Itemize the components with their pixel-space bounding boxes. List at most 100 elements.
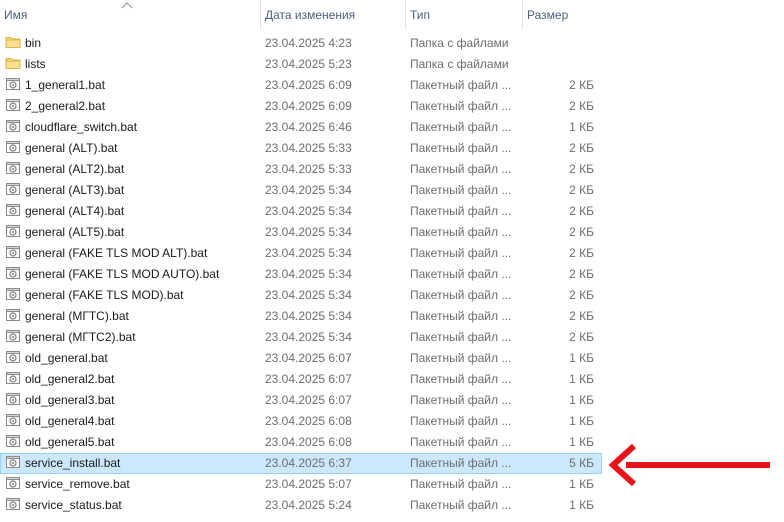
file-list: bin 23.04.2025 4:23 Папка с файлами lists 23…: [0, 33, 602, 516]
file-row[interactable]: old_general.bat 23.04.2025 6:07 Пакетный ф…: [0, 348, 602, 369]
batch-file-icon: [5, 223, 21, 239]
file-name: service_install.bat: [25, 456, 121, 470]
file-modified-date: 23.04.2025 6:07: [265, 393, 352, 407]
batch-file-icon: [5, 97, 21, 113]
file-name: old_general4.bat: [25, 414, 115, 428]
file-modified-date: 23.04.2025 6:07: [265, 372, 352, 386]
file-row[interactable]: service_remove.bat 23.04.2025 5:07 Пакетны…: [0, 474, 602, 495]
file-row[interactable]: general (FAKE TLS MOD).bat 23.04.2025 5:3…: [0, 285, 602, 306]
file-type: Пакетный файл ...: [410, 183, 512, 197]
column-header-modified[interactable]: Дата изменения: [260, 0, 405, 30]
file-row[interactable]: general (ALT3).bat 23.04.2025 5:34 Пакетны…: [0, 180, 602, 201]
file-row[interactable]: general (ALT).bat 23.04.2025 5:33 Пакетный…: [0, 138, 602, 159]
file-size: 2 КБ: [569, 246, 594, 260]
file-size: 5 КБ: [569, 456, 594, 470]
file-type: Пакетный файл ...: [410, 162, 512, 176]
file-modified-date: 23.04.2025 5:07: [265, 477, 352, 491]
file-size: 1 КБ: [569, 351, 594, 365]
file-row[interactable]: bin 23.04.2025 4:23 Папка с файлами: [0, 33, 602, 54]
file-name: old_general5.bat: [25, 435, 115, 449]
file-name: bin: [25, 36, 42, 50]
batch-file-icon: [5, 454, 21, 470]
file-size: 2 КБ: [569, 78, 594, 92]
file-row[interactable]: general (ALT4).bat 23.04.2025 5:34 Пакетны…: [0, 201, 602, 222]
file-modified-date: 23.04.2025 6:09: [265, 78, 352, 92]
file-type: Пакетный файл ...: [410, 204, 512, 218]
file-name: general (ALT5).bat: [25, 225, 125, 239]
file-type: Пакетный файл ...: [410, 330, 512, 344]
file-row[interactable]: general (МГТС).bat 23.04.2025 5:34 Пакетны…: [0, 306, 602, 327]
file-type: Пакетный файл ...: [410, 393, 512, 407]
folder-icon: [5, 55, 21, 71]
file-row[interactable]: old_general3.bat 23.04.2025 6:07 Пакетный …: [0, 390, 602, 411]
file-row[interactable]: old_general5.bat 23.04.2025 6:08 Пакетный …: [0, 432, 602, 453]
file-name: general (ALT3).bat: [25, 183, 125, 197]
file-type: Пакетный файл ...: [410, 351, 512, 365]
file-modified-date: 23.04.2025 5:33: [265, 162, 352, 176]
file-size: 2 КБ: [569, 288, 594, 302]
file-modified-date: 23.04.2025 6:07: [265, 351, 352, 365]
file-row[interactable]: old_general4.bat 23.04.2025 6:08 Пакетный …: [0, 411, 602, 432]
column-header-bar: Имя Дата изменения Тип Размер: [0, 0, 602, 30]
file-modified-date: 23.04.2025 6:08: [265, 414, 352, 428]
batch-file-icon: [5, 202, 21, 218]
file-row[interactable]: 2_general2.bat 23.04.2025 6:09 Пакетный фа…: [0, 96, 602, 117]
file-type: Пакетный файл ...: [410, 414, 512, 428]
file-name: general (FAKE TLS MOD AUTO).bat: [25, 267, 220, 281]
file-row[interactable]: general (ALT5).bat 23.04.2025 5:34 Пакетны…: [0, 222, 602, 243]
file-modified-date: 23.04.2025 5:34: [265, 267, 352, 281]
file-type: Пакетный файл ...: [410, 141, 512, 155]
file-size: 2 КБ: [569, 267, 594, 281]
file-modified-date: 23.04.2025 5:23: [265, 57, 352, 71]
file-row[interactable]: service_status.bat 23.04.2025 5:24 Пакетны…: [0, 495, 602, 516]
column-header-type[interactable]: Тип: [405, 0, 522, 30]
batch-file-icon: [5, 76, 21, 92]
file-size: 1 КБ: [569, 393, 594, 407]
file-row[interactable]: cloudflare_switch.bat 23.04.2025 6:46 Паке…: [0, 117, 602, 138]
file-row[interactable]: general (ALT2).bat 23.04.2025 5:33 Пакетны…: [0, 159, 602, 180]
column-header-size[interactable]: Размер: [522, 0, 602, 30]
file-row[interactable]: old_general2.bat 23.04.2025 6:07 Пакетный …: [0, 369, 602, 390]
file-row[interactable]: lists 23.04.2025 5:23 Папка с файлами: [0, 54, 602, 75]
file-type: Пакетный файл ...: [410, 372, 512, 386]
batch-file-icon: [5, 370, 21, 386]
file-row[interactable]: general (FAKE TLS MOD AUTO).bat 23.04.202…: [0, 264, 602, 285]
file-row[interactable]: service_install.bat 23.04.2025 6:37 Пакетн…: [0, 453, 602, 474]
file-modified-date: 23.04.2025 5:34: [265, 288, 352, 302]
file-name: general (FAKE TLS MOD ALT).bat: [25, 246, 208, 260]
batch-file-icon: [5, 433, 21, 449]
file-size: 2 КБ: [569, 141, 594, 155]
file-modified-date: 23.04.2025 5:34: [265, 225, 352, 239]
file-row[interactable]: general (FAKE TLS MOD ALT).bat 23.04.2025…: [0, 243, 602, 264]
file-type: Пакетный файл ...: [410, 99, 512, 113]
file-modified-date: 23.04.2025 5:34: [265, 309, 352, 323]
batch-file-icon: [5, 118, 21, 134]
folder-icon: [5, 34, 21, 50]
batch-file-icon: [5, 160, 21, 176]
file-type: Пакетный файл ...: [410, 498, 512, 512]
file-row[interactable]: general (МГТС2).bat 23.04.2025 5:34 Пакетн…: [0, 327, 602, 348]
batch-file-icon: [5, 307, 21, 323]
file-name: general (ALT).bat: [25, 141, 118, 155]
file-type: Пакетный файл ...: [410, 477, 512, 491]
batch-file-icon: [5, 328, 21, 344]
file-modified-date: 23.04.2025 5:33: [265, 141, 352, 155]
file-modified-date: 23.04.2025 5:34: [265, 330, 352, 344]
file-size: 2 КБ: [569, 225, 594, 239]
column-header-name[interactable]: Имя: [0, 0, 260, 30]
file-size: 2 КБ: [569, 99, 594, 113]
file-size: 1 КБ: [569, 372, 594, 386]
batch-file-icon: [5, 286, 21, 302]
file-modified-date: 23.04.2025 5:24: [265, 498, 352, 512]
file-size: 2 КБ: [569, 204, 594, 218]
file-name: general (МГТС).bat: [25, 309, 129, 323]
batch-file-icon: [5, 475, 21, 491]
file-modified-date: 23.04.2025 5:34: [265, 183, 352, 197]
file-row[interactable]: 1_general1.bat 23.04.2025 6:09 Пакетный фа…: [0, 75, 602, 96]
file-name: cloudflare_switch.bat: [25, 120, 138, 134]
file-size: 2 КБ: [569, 183, 594, 197]
file-name: old_general3.bat: [25, 393, 115, 407]
file-name: lists: [25, 57, 46, 71]
file-name: service_remove.bat: [25, 477, 130, 491]
file-modified-date: 23.04.2025 6:37: [265, 456, 352, 470]
